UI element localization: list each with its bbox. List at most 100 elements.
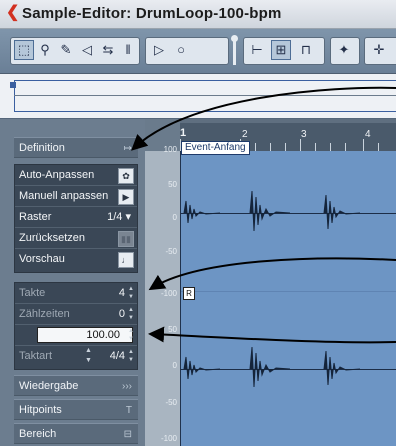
section-bereich[interactable]: Bereich ⊟ — [14, 423, 138, 444]
window-title: Sample-Editor: DrumLoop-100-bpm — [22, 5, 282, 22]
taktart-spinner-icon[interactable]: ▲ ▼ — [127, 348, 135, 364]
takte-value[interactable]: 4 — [119, 283, 125, 303]
bar-4-label: 4 — [365, 129, 371, 140]
zuruecksetzen-label: Zurücksetzen — [19, 232, 86, 244]
play-arrow-icon[interactable]: ▷ — [149, 40, 169, 60]
tempo-spinner-icon[interactable]: ▲ ▼ — [127, 327, 135, 343]
region-marker[interactable]: R — [183, 287, 195, 300]
waveform-hit — [323, 350, 361, 386]
ruler-tick — [300, 139, 301, 151]
event-start-line[interactable] — [180, 151, 181, 446]
range-select-icon[interactable]: ⬚ — [14, 40, 34, 60]
overview-marker-icon — [10, 82, 16, 88]
taktart-left-spinner-icon[interactable]: ▲ ▼ — [85, 346, 92, 366]
zaehlzeiten-label: Zählzeiten — [19, 308, 70, 320]
waveform-hit — [183, 200, 221, 224]
tool-group-play: ▷ ○ — [145, 37, 229, 65]
manuell-anpassen-row[interactable]: Manuell anpassen ▶ — [15, 186, 137, 207]
zaehlzeiten-row[interactable]: Zählzeiten 0 ▲ ▼ — [15, 304, 137, 325]
waveform-hit — [183, 356, 221, 380]
takte-spinner-icon[interactable]: ▲ ▼ — [127, 285, 135, 301]
tool-group-view: ⊢ ⊞ ⊓ — [243, 37, 325, 65]
takte-label: Takte — [19, 287, 46, 299]
taktart-row[interactable]: Taktart ▲ ▼ 4/4 ▲ ▼ — [15, 346, 137, 367]
tool-group-edit: ⬚ ⚲ ✎ ◁ ⇆ ‖ — [10, 37, 140, 65]
level-label: 0 — [172, 213, 177, 222]
ruler-tick — [345, 143, 346, 151]
wiedergabe-chevron-icon: ››› — [122, 381, 132, 392]
raster-row[interactable]: Raster 1/4 ▾ — [15, 207, 137, 228]
section-wiedergabe[interactable]: Wiedergabe ››› — [14, 375, 138, 396]
section-hitpoints-label: Hitpoints — [19, 404, 62, 416]
bereich-icon: ⊟ — [123, 429, 132, 440]
level-label: -50 — [165, 398, 177, 407]
waveform-hit — [323, 194, 361, 230]
ruler-tick — [255, 143, 256, 151]
chevron-down-icon: ▾ — [125, 211, 131, 223]
section-hitpoints[interactable]: Hitpoints T — [14, 399, 138, 420]
ruler-tick — [330, 143, 331, 151]
bar-2-label: 2 — [242, 129, 248, 140]
waveform-display[interactable]: Event-Anfang R — [180, 141, 396, 446]
definition-arrow-icon: ↦ — [123, 143, 132, 154]
taktart-value[interactable]: 4/4 — [110, 346, 125, 367]
auto-anpassen-row[interactable]: Auto-Anpassen ✿ — [15, 165, 137, 186]
scrub-icon[interactable]: ⇆ — [98, 40, 118, 60]
ruler-tick — [363, 139, 364, 151]
show-regions-icon[interactable]: ⊓ — [296, 40, 316, 60]
loop-icon[interactable]: ○ — [171, 40, 191, 60]
level-label: 50 — [168, 180, 177, 189]
marker-icon[interactable]: ✛ — [369, 40, 389, 60]
volume-knob-icon[interactable] — [231, 35, 238, 42]
title-bar: ❮ Sample-Editor: DrumLoop-100-bpm — [0, 0, 396, 29]
zaehlzeiten-spinner-icon[interactable]: ▲ ▼ — [127, 306, 135, 322]
section-bereich-label: Bereich — [19, 428, 57, 440]
play-icon[interactable]: ▶ — [118, 189, 134, 205]
event-start-label[interactable]: Event-Anfang — [181, 141, 250, 155]
note-icon[interactable]: ♩ — [118, 252, 134, 268]
overview-line[interactable] — [0, 74, 396, 119]
autoscroll-icon[interactable]: ⊞ — [271, 40, 291, 60]
zaehlzeiten-value[interactable]: 0 — [119, 304, 125, 324]
overview-waveform — [14, 95, 396, 96]
section-wiedergabe-label: Wiedergabe — [19, 380, 79, 392]
ruler-tick — [315, 143, 316, 151]
level-label: -100 — [160, 289, 177, 298]
level-label: 100 — [163, 145, 177, 154]
ruler-top-strip — [180, 119, 396, 123]
vorschau-label: Vorschau — [19, 253, 65, 265]
ruler-tick — [285, 143, 286, 151]
zoom-icon[interactable]: ⚲ — [35, 40, 55, 60]
musical-mode-box: Takte 4 ▲ ▼ Zählzeiten 0 ▲ ▼ 100.00 ▲ ▼ Tak… — [14, 282, 138, 370]
tempo-row[interactable]: 100.00 ▲ ▼ — [15, 325, 137, 346]
hitpoint-icon[interactable]: ‖ — [118, 40, 138, 60]
manuell-anpassen-label: Manuell anpassen — [19, 190, 109, 202]
editor-inspector: Definition ↦ Auto-Anpassen ✿ Manuell anp… — [0, 119, 145, 446]
raster-value[interactable]: 1/4 ▾ — [107, 207, 131, 227]
draw-icon[interactable]: ✎ — [56, 40, 76, 60]
sample-editor-window: ❮ Sample-Editor: DrumLoop-100-bpm ⬚ ⚲ ✎ … — [0, 0, 396, 446]
gear-icon[interactable]: ✿ — [118, 168, 134, 184]
waveform-svg — [183, 190, 361, 388]
section-definition[interactable]: Definition ↦ — [14, 137, 138, 158]
level-label: 50 — [168, 325, 177, 334]
tempo-field[interactable]: 100.00 — [37, 327, 133, 343]
bar-1-label: 1 — [180, 127, 187, 139]
tool-group-event: ✦ — [330, 37, 360, 65]
level-label: 0 — [172, 361, 177, 370]
audio-event-icon[interactable]: ✦ — [334, 40, 354, 60]
zuruecksetzen-row[interactable]: Zurücksetzen ▮▮ — [15, 228, 137, 249]
reset-icon[interactable]: ▮▮ — [118, 231, 134, 247]
snap-to-zero-icon[interactable]: ⊢ — [247, 40, 267, 60]
overview-frame[interactable] — [14, 80, 396, 112]
takte-row[interactable]: Takte 4 ▲ ▼ — [15, 283, 137, 304]
raster-value-text: 1/4 — [107, 211, 123, 223]
action-list: Auto-Anpassen ✿ Manuell anpassen ▶ Raste… — [14, 164, 138, 273]
waveform-hit — [249, 346, 291, 388]
speaker-icon[interactable]: ◁ — [77, 40, 97, 60]
vorschau-row[interactable]: Vorschau ♩ — [15, 249, 137, 270]
level-scale: 100 50 0 -50 -100 50 0 -50 -100 — [145, 145, 180, 446]
level-label: -50 — [165, 247, 177, 256]
raster-label: Raster — [19, 211, 52, 223]
bar-3-label: 3 — [301, 129, 307, 140]
